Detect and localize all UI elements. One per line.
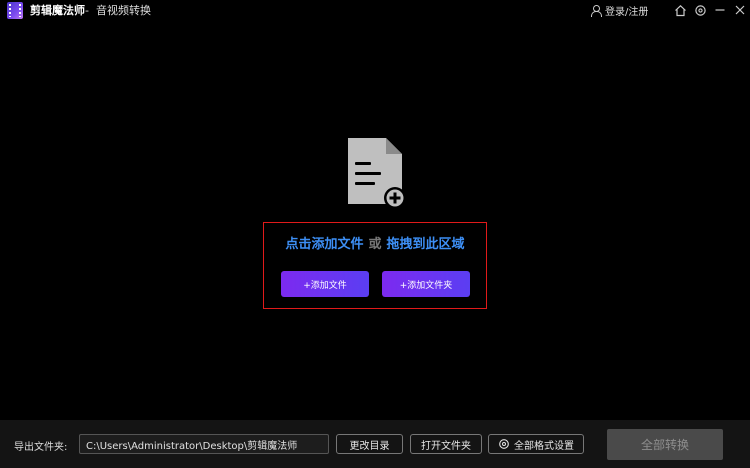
drop-zone[interactable]: 点击添加文件或拖拽到此区域 +添加文件 +添加文件夹 xyxy=(263,222,487,309)
export-path-input[interactable] xyxy=(79,434,329,454)
bottom-bar: 导出文件夹: 更改目录 打开文件夹 全部格式设置 全部转换 xyxy=(0,420,750,468)
minimize-icon[interactable] xyxy=(713,3,727,17)
change-directory-button[interactable]: 更改目录 xyxy=(336,434,403,454)
format-settings-label: 全部格式设置 xyxy=(514,440,574,452)
add-file-button[interactable]: +添加文件 xyxy=(281,271,369,297)
title-separator: - xyxy=(85,4,89,17)
convert-all-button[interactable]: 全部转换 xyxy=(607,429,723,460)
gear-icon xyxy=(499,439,509,449)
drag-here-text: 拖拽到此区域 xyxy=(386,237,465,252)
open-folder-button[interactable]: 打开文件夹 xyxy=(410,434,482,454)
login-register-label: 登录/注册 xyxy=(605,7,649,18)
drop-hint: 点击添加文件或拖拽到此区域 xyxy=(264,233,486,252)
user-icon xyxy=(590,4,602,17)
home-icon[interactable] xyxy=(673,3,687,17)
settings-icon[interactable] xyxy=(693,3,707,17)
app-subtitle: 音视频转换 xyxy=(96,4,151,17)
close-icon[interactable] xyxy=(733,3,747,17)
or-text: 或 xyxy=(368,237,382,252)
login-register-button[interactable]: 登录/注册 xyxy=(590,3,648,18)
file-add-icon xyxy=(346,138,408,210)
format-settings-button[interactable]: 全部格式设置 xyxy=(488,434,584,454)
add-folder-button[interactable]: +添加文件夹 xyxy=(382,271,470,297)
title-bar: 剪辑魔法师 - 音视频转换 登录/注册 xyxy=(0,0,750,22)
export-folder-label: 导出文件夹: xyxy=(14,442,68,453)
app-logo-icon xyxy=(7,2,23,19)
app-name: 剪辑魔法师 xyxy=(30,4,85,17)
click-add-file-link[interactable]: 点击添加文件 xyxy=(285,237,363,252)
